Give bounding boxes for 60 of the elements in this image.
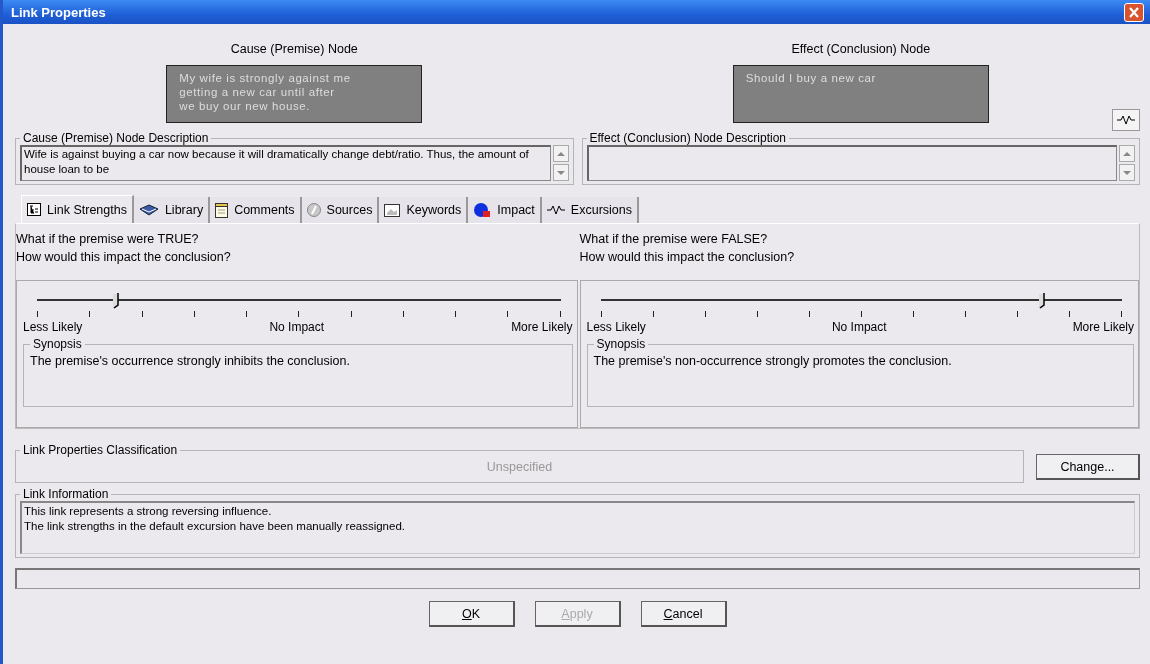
scale-label: No Impact xyxy=(269,320,325,334)
tab[interactable]: Excursions xyxy=(541,197,639,223)
scale-label: More Likely xyxy=(511,320,573,334)
information-line: This link represents a strong reversing influence. xyxy=(24,504,273,519)
scale-label: More Likely xyxy=(1072,320,1134,334)
waveform-icon xyxy=(546,205,565,215)
node-heading: Cause (Premise) Node xyxy=(230,42,358,56)
group-label: Synopsis xyxy=(32,337,83,351)
notepad-icon xyxy=(215,202,229,218)
synopsis-text: The premise's non-occurrence strongly promotes the conclusion. xyxy=(593,353,953,370)
close-button[interactable] xyxy=(1124,2,1144,22)
slider-track[interactable] xyxy=(600,293,1122,307)
scroll-up-button[interactable] xyxy=(552,145,569,162)
group-label: Synopsis xyxy=(595,337,647,351)
node-heading: Effect (Conclusion) Node xyxy=(791,42,931,56)
group-label: Effect (Conclusion) Node Description xyxy=(588,131,788,145)
tab[interactable]: Keywords xyxy=(379,197,469,223)
node-box: My wife is strongly against me getting a new car until after we buy our new house. xyxy=(166,65,423,123)
tab[interactable]: Impact xyxy=(468,197,542,223)
synopsis-text: The premise's occurrence strongly inhibits the conclusion. xyxy=(30,353,351,370)
scroll-down-button[interactable] xyxy=(1119,164,1135,181)
information-line: The link strengths in the default excursion have been manually reassigned. xyxy=(24,519,406,534)
description-field[interactable]: Wife is against buying a car now because it will dramatically change debt/ratio. Thus, the amount of house loan to be xyxy=(20,145,551,181)
tab[interactable]: Sources xyxy=(301,197,380,223)
tab[interactable]: Comments xyxy=(210,197,302,223)
disc-icon xyxy=(306,203,321,217)
group-label: Link Properties Classification xyxy=(22,443,179,457)
group-label: Link Information xyxy=(22,487,110,501)
question-text: How would this impact the conclusion? xyxy=(16,249,232,266)
waveform-button[interactable] xyxy=(1112,109,1140,131)
scroll-down-button[interactable] xyxy=(552,164,569,181)
waveform-icon xyxy=(1117,115,1135,125)
description-text: Wife is against buying a car now because it will dramatically change debt/ratio. Thus, the amount of house loan to be xyxy=(24,148,529,175)
slider-track[interactable] xyxy=(37,293,561,307)
dialog-button[interactable]: Cancel xyxy=(640,601,727,627)
dialog-button[interactable]: OK xyxy=(428,601,515,627)
picture-icon xyxy=(384,203,401,217)
up-arrow-icon xyxy=(1123,151,1131,156)
group-label: Cause (Premise) Node Description xyxy=(22,131,210,145)
description-field[interactable] xyxy=(586,145,1117,181)
node-box: Should I buy a new car xyxy=(732,65,989,123)
classification-value: Unspecified xyxy=(485,459,554,476)
scale-label: Less Likely xyxy=(23,320,83,334)
question-text: What if the premise were FALSE? xyxy=(579,231,769,248)
question-text: What if the premise were TRUE? xyxy=(16,231,200,248)
down-arrow-icon xyxy=(556,170,565,175)
tab[interactable]: Link Strengths xyxy=(21,195,134,223)
question-text: How would this impact the conclusion? xyxy=(579,249,796,266)
tab[interactable]: Library xyxy=(133,197,211,223)
scroll-up-button[interactable] xyxy=(1119,145,1135,162)
close-icon xyxy=(1128,6,1140,18)
book-icon xyxy=(138,204,159,216)
change-button[interactable]: Change... xyxy=(1036,454,1140,480)
tree-icon xyxy=(27,203,41,216)
down-arrow-icon xyxy=(1123,170,1131,175)
window-title: Link Properties xyxy=(11,4,106,20)
pie-chart-icon xyxy=(473,202,492,218)
scale-label: Less Likely xyxy=(586,320,646,334)
up-arrow-icon xyxy=(556,151,565,156)
scale-label: No Impact xyxy=(831,320,887,334)
